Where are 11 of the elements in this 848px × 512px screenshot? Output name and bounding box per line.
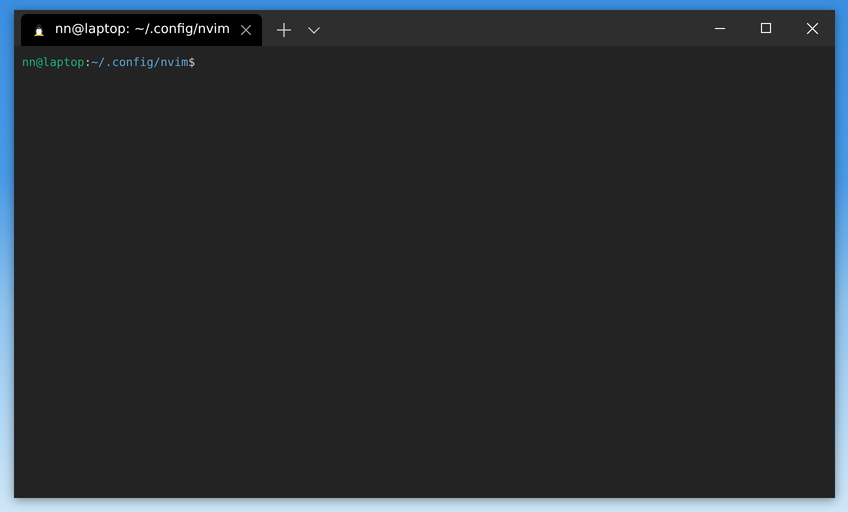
new-tab-button[interactable] — [276, 22, 292, 38]
plus-icon — [277, 23, 291, 37]
close-icon — [240, 25, 251, 35]
tab-title: nn@laptop: ~/.config/nvim — [55, 21, 230, 40]
maximize-icon — [761, 23, 771, 33]
terminal-tab[interactable]: nn@laptop: ~/.config/nvim — [21, 14, 262, 46]
close-icon — [806, 22, 818, 34]
penguin-icon — [33, 22, 46, 38]
prompt-line: nn@laptop:~/.config/nvim$ — [22, 54, 196, 71]
tab-close-button[interactable] — [240, 23, 252, 37]
chevron-down-icon — [308, 26, 320, 34]
